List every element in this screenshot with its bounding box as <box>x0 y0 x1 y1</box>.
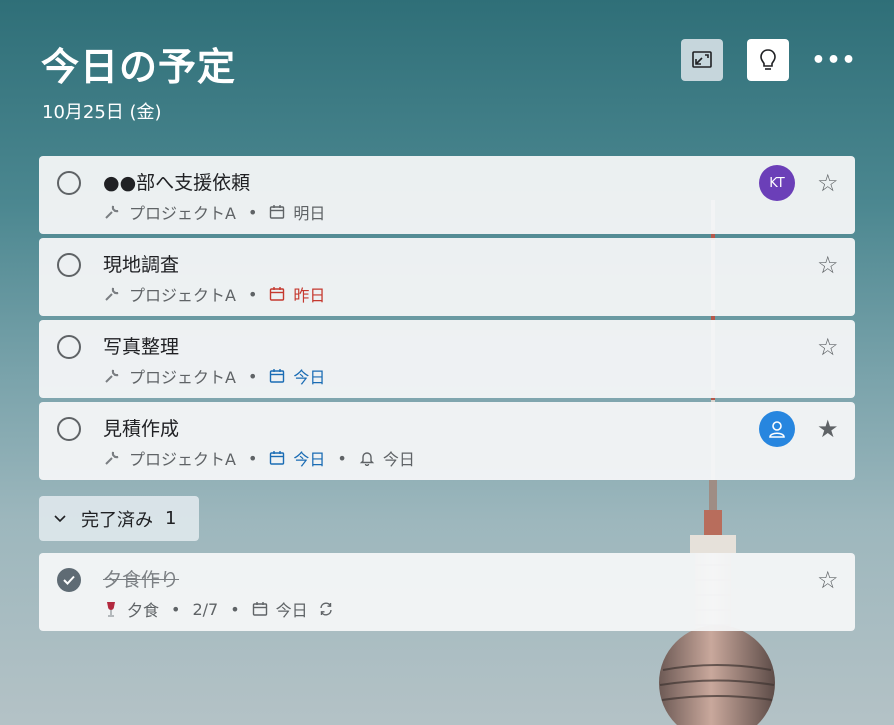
completed-checkbox[interactable] <box>57 568 81 592</box>
task-due-date: 今日 <box>293 450 326 469</box>
star-icon[interactable]: ☆ <box>817 253 839 277</box>
complete-checkbox[interactable] <box>57 171 81 195</box>
meta-separator: • <box>247 202 258 222</box>
background-image-icon <box>692 51 712 68</box>
calendar-icon <box>269 204 285 220</box>
task-item[interactable]: 見積作成 プロジェクトA • 今日 • 今日 ★ <box>39 402 855 480</box>
change-background-button[interactable] <box>681 39 723 81</box>
meta-separator: • <box>230 599 240 619</box>
task-steps: 2/7 <box>192 599 219 619</box>
task-title: 夕食作り <box>103 569 180 591</box>
assignee-avatar[interactable]: KT <box>759 165 795 201</box>
calendar-icon <box>252 601 268 617</box>
calendar-icon <box>269 450 285 466</box>
task-title: 現地調査 <box>103 254 180 276</box>
task-due-date: 今日 <box>293 368 326 387</box>
task-title: 見積作成 <box>103 418 180 440</box>
task-list-name: 夕食 <box>127 601 160 620</box>
task-due-date: 今日 <box>275 601 308 620</box>
page-date: 10月25日 (金) <box>42 102 162 123</box>
star-icon[interactable]: ☆ <box>817 335 839 359</box>
completed-section-toggle[interactable]: 完了済み 1 <box>39 496 199 541</box>
wrench-icon <box>103 367 121 385</box>
assignee-avatar[interactable] <box>759 411 795 447</box>
meta-separator: • <box>247 284 258 304</box>
bell-icon <box>359 450 375 466</box>
wrench-icon <box>103 285 121 303</box>
wine-glass-icon <box>103 600 119 618</box>
task-reminder: 今日 <box>382 450 415 469</box>
completed-count: 1 <box>165 508 177 529</box>
star-icon[interactable]: ☆ <box>817 568 839 592</box>
completed-task-item[interactable]: 夕食作り 夕食 • 2/7 • 今日 ☆ <box>39 553 855 631</box>
task-item[interactable]: 現地調査 プロジェクトA • 昨日 ☆ <box>39 238 855 316</box>
task-item[interactable]: ●●部へ支援依頼 プロジェクトA • 明日 KT ☆ <box>39 156 855 234</box>
task-item[interactable]: 写真整理 プロジェクトA • 今日 ☆ <box>39 320 855 398</box>
page-title: 今日の予定 <box>41 45 237 89</box>
meta-separator: • <box>247 366 258 386</box>
task-due-date: 明日 <box>293 204 326 223</box>
person-icon <box>769 421 785 438</box>
meta-separator: • <box>247 448 258 468</box>
complete-checkbox[interactable] <box>57 253 81 277</box>
more-options-button[interactable]: ••• <box>811 39 857 81</box>
task-list-name: プロジェクトA <box>129 368 236 387</box>
task-list-name: プロジェクトA <box>129 286 236 305</box>
task-list-name: プロジェクトA <box>129 450 236 469</box>
task-list-name: プロジェクトA <box>129 204 236 223</box>
calendar-icon <box>269 286 285 302</box>
complete-checkbox[interactable] <box>57 335 81 359</box>
checkmark-icon <box>63 575 75 585</box>
calendar-icon <box>269 368 285 384</box>
task-title: ●●部へ支援依頼 <box>103 172 251 194</box>
completed-label: 完了済み <box>81 509 153 531</box>
wrench-icon <box>103 203 121 221</box>
task-title: 写真整理 <box>103 336 180 358</box>
star-icon[interactable]: ☆ <box>817 171 839 195</box>
meta-separator: • <box>337 448 347 468</box>
repeat-icon <box>318 601 334 617</box>
wrench-icon <box>103 449 121 467</box>
lightbulb-icon <box>760 49 776 70</box>
more-icon: ••• <box>811 47 857 73</box>
meta-separator: • <box>171 599 181 619</box>
complete-checkbox[interactable] <box>57 417 81 441</box>
chevron-down-icon <box>53 514 67 524</box>
task-due-date: 昨日 <box>293 286 326 305</box>
suggestions-button[interactable] <box>747 39 789 81</box>
star-filled-icon[interactable]: ★ <box>817 417 839 441</box>
